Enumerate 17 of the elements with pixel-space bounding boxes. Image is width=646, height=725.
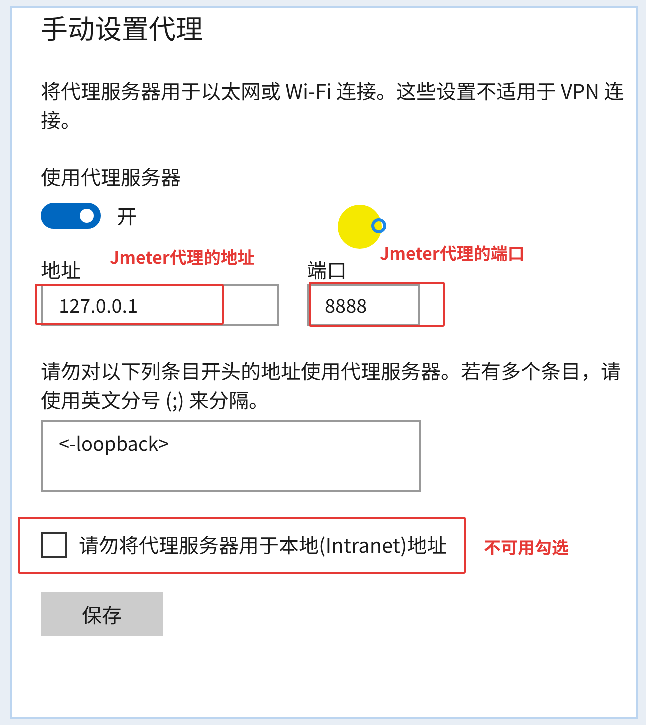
- save-button[interactable]: 保存: [41, 592, 163, 636]
- proxy-switch[interactable]: [41, 203, 101, 229]
- address-label: 地址: [41, 256, 81, 284]
- checkbox[interactable]: [41, 532, 67, 558]
- switch-state-text: 开: [117, 202, 137, 230]
- checkbox-label: 请勿将代理服务器用于本地(Intranet)地址: [79, 531, 448, 559]
- description-text: 将代理服务器用于以太网或 Wi-Fi 连接。这些设置不适用于 VPN 连接。: [41, 76, 626, 134]
- address-field[interactable]: 127.0.0.1: [41, 284, 279, 326]
- exceptions-description: 请勿对以下列条目开头的地址使用代理服务器。若有多个条目，请使用英文分号 (;) 来分隔。: [41, 356, 622, 414]
- exceptions-field[interactable]: <-loopback>: [41, 420, 421, 492]
- toggle-label: 使用代理服务器: [41, 163, 181, 191]
- page-title: 手动设置代理: [41, 10, 203, 46]
- annotation-note: 不可用勾选: [484, 534, 569, 559]
- port-label: 端口: [307, 256, 347, 284]
- port-field[interactable]: 8888: [307, 284, 420, 326]
- annotation-note: Jmeter代理的地址: [110, 244, 255, 269]
- annotation-note: Jmeter代理的端口: [380, 240, 525, 265]
